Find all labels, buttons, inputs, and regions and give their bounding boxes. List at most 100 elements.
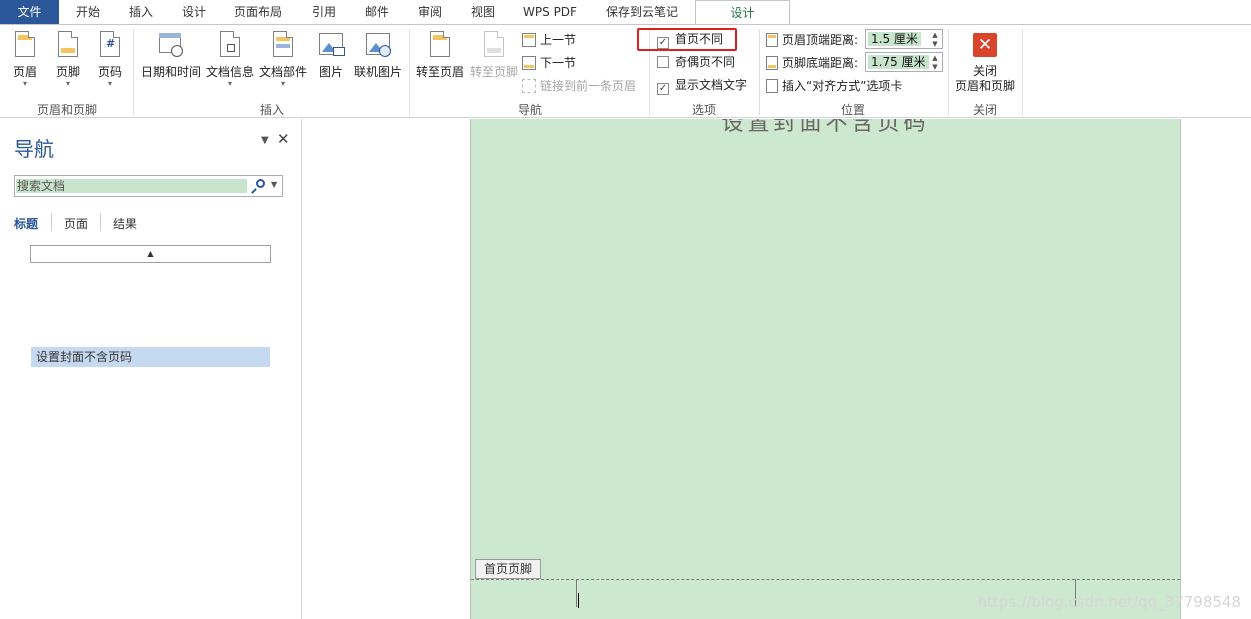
picture-label: 图片 (318, 65, 343, 79)
goto-footer-button[interactable]: 转至页脚 (468, 29, 520, 80)
tab-header-footer-design[interactable]: 设计 (695, 0, 790, 25)
tab-file[interactable]: 文件 (0, 0, 59, 24)
nav-heading-item[interactable]: 设置封面不含页码 (31, 347, 270, 367)
page-number-button[interactable]: # 页码 ▾ (93, 29, 127, 88)
tab-wps-pdf[interactable]: WPS PDF (514, 0, 586, 24)
chevron-down-icon: ▾ (65, 79, 70, 88)
header-top-distance-input[interactable]: 1.5 厘米 ▲ ▼ (865, 29, 943, 49)
doc-parts-label: 文档部件 (258, 65, 307, 79)
group-label-position: 位置 (840, 103, 865, 117)
page-number-label: 页码 (97, 65, 122, 79)
document-info-icon (216, 29, 244, 61)
next-section-button[interactable]: 下一节 (522, 53, 576, 73)
header-top-distance-label: 页眉顶端距离: (782, 33, 859, 47)
online-picture-icon (364, 29, 392, 61)
close-label-line1: 关闭 (972, 64, 997, 78)
header-top-distance-value: 1.5 厘米 (868, 32, 921, 46)
group-divider (409, 29, 410, 115)
tab-divider (100, 213, 101, 231)
close-header-footer-button[interactable]: ✕ 关闭 页眉和页脚 (952, 29, 1018, 94)
tab-references[interactable]: 引用 (298, 0, 350, 24)
different-odd-even-checkbox[interactable]: 奇偶页不同 (657, 52, 735, 72)
date-time-button[interactable]: 日期和时间 (140, 29, 202, 80)
footer-distance-icon (766, 56, 778, 70)
doc-info-button[interactable]: 文档信息 ▾ (205, 29, 255, 88)
link-to-previous-button[interactable]: 链接到前一条页眉 (522, 76, 636, 96)
align-tab-icon (766, 79, 778, 93)
nav-tab-headings[interactable]: 标题 (14, 215, 38, 232)
group-label-header-footer: 页眉和页脚 (36, 103, 97, 117)
insert-align-tab-label: 插入“对齐方式”选项卡 (782, 79, 903, 93)
goto-header-button[interactable]: 转至页眉 (414, 29, 466, 80)
chevron-down-icon: ▾ (22, 79, 27, 88)
doc-parts-button[interactable]: 文档部件 ▾ (257, 29, 309, 88)
hash-glyph: # (106, 37, 116, 50)
link-icon (522, 79, 536, 93)
nav-pane-title: 导航 (14, 137, 54, 161)
link-to-previous-label: 链接到前一条页眉 (540, 79, 637, 93)
nav-tab-results[interactable]: 结果 (113, 215, 137, 232)
collapse-up-icon: ▲ (147, 249, 154, 258)
search-icon[interactable] (251, 178, 267, 194)
page-number-icon: # (96, 29, 124, 61)
show-doc-text-checkbox[interactable]: ✓ 显示文档文字 (657, 75, 747, 95)
picture-button[interactable]: 图片 (314, 29, 348, 80)
spin-down-icon[interactable]: ▼ (930, 63, 940, 71)
footer-boundary-line (471, 579, 1180, 580)
group-label-close: 关闭 (972, 103, 997, 117)
goto-footer-label: 转至页脚 (469, 65, 518, 79)
document-page[interactable]: 设置封面不含页码 首页页脚 (470, 119, 1181, 619)
chevron-down-icon: ▾ (107, 79, 112, 88)
chevron-down-icon: ▾ (280, 79, 285, 88)
show-doc-text-label: 显示文档文字 (675, 78, 748, 92)
group-label-navigation: 导航 (517, 103, 542, 117)
chevron-down-icon[interactable]: ▼ (271, 180, 277, 189)
tab-design[interactable]: 设计 (168, 0, 220, 24)
previous-section-icon (522, 33, 536, 47)
prev-section-button[interactable]: 上一节 (522, 30, 576, 50)
footer-bottom-distance-label-row: 页脚底端距离: (766, 53, 858, 73)
ribbon: 页眉 ▾ 页脚 ▾ # 页码 ▾ 页眉和页脚 日期和时间 文档信息 ▾ 文档部件… (0, 24, 1251, 118)
insert-align-tab-button[interactable]: 插入“对齐方式”选项卡 (766, 76, 902, 96)
different-odd-even-label: 奇偶页不同 (675, 55, 736, 69)
footer-button[interactable]: 页脚 ▾ (51, 29, 85, 88)
watermark-text: https://blog.csdn.net/qq_37798548 (977, 593, 1241, 611)
tab-page-layout[interactable]: 页面布局 (222, 0, 294, 24)
chevron-down-icon: ▾ (227, 79, 232, 88)
tab-insert[interactable]: 插入 (115, 0, 167, 24)
header-top-distance-label-row: 页眉顶端距离: (766, 30, 858, 50)
tab-divider (51, 213, 52, 231)
next-section-icon (522, 56, 536, 70)
search-placeholder: 搜索文档 (16, 179, 247, 193)
page-title-text: 设置封面不含页码 (721, 119, 930, 136)
first-page-footer-tag: 首页页脚 (475, 559, 542, 579)
pane-options-icon[interactable]: ▼ (261, 135, 269, 146)
highlight-box (637, 28, 737, 51)
spin-up-icon[interactable]: ▲ (930, 54, 940, 62)
navigation-pane: 导航 ▼ ✕ 搜索文档 ▼ 标题 页面 结果 ▲ 设置封面不含页码 (0, 119, 302, 619)
group-divider (1022, 29, 1023, 115)
tab-save-to-cloud-notes[interactable]: 保存到云笔记 (596, 0, 688, 24)
tab-mailings[interactable]: 邮件 (351, 0, 403, 24)
header-icon (11, 29, 39, 61)
picture-icon (317, 29, 345, 61)
header-button[interactable]: 页眉 ▾ (8, 29, 42, 88)
tab-view[interactable]: 视图 (457, 0, 509, 24)
spin-down-icon[interactable]: ▼ (930, 40, 940, 48)
close-icon: ✕ (971, 29, 999, 61)
nav-tab-pages[interactable]: 页面 (64, 215, 88, 232)
crop-mark-left (557, 579, 577, 607)
document-area[interactable]: 设置封面不含页码 首页页脚 https://blog.csdn.net/qq_3… (303, 119, 1251, 619)
search-input[interactable]: 搜索文档 ▼ (14, 175, 283, 197)
spin-up-icon[interactable]: ▲ (930, 31, 940, 39)
footer-bottom-distance-input[interactable]: 1.75 厘米 ▲ ▼ (865, 52, 943, 72)
footer-icon (54, 29, 82, 61)
header-distance-icon (766, 33, 778, 47)
tab-review[interactable]: 审阅 (404, 0, 456, 24)
collapse-all-button[interactable]: ▲ (30, 245, 271, 263)
online-picture-button[interactable]: 联机图片 (352, 29, 404, 80)
tab-home[interactable]: 开始 (62, 0, 114, 24)
next-section-label: 下一节 (540, 56, 577, 70)
close-icon[interactable]: ✕ (277, 130, 290, 148)
group-label-options: 选项 (691, 103, 716, 117)
